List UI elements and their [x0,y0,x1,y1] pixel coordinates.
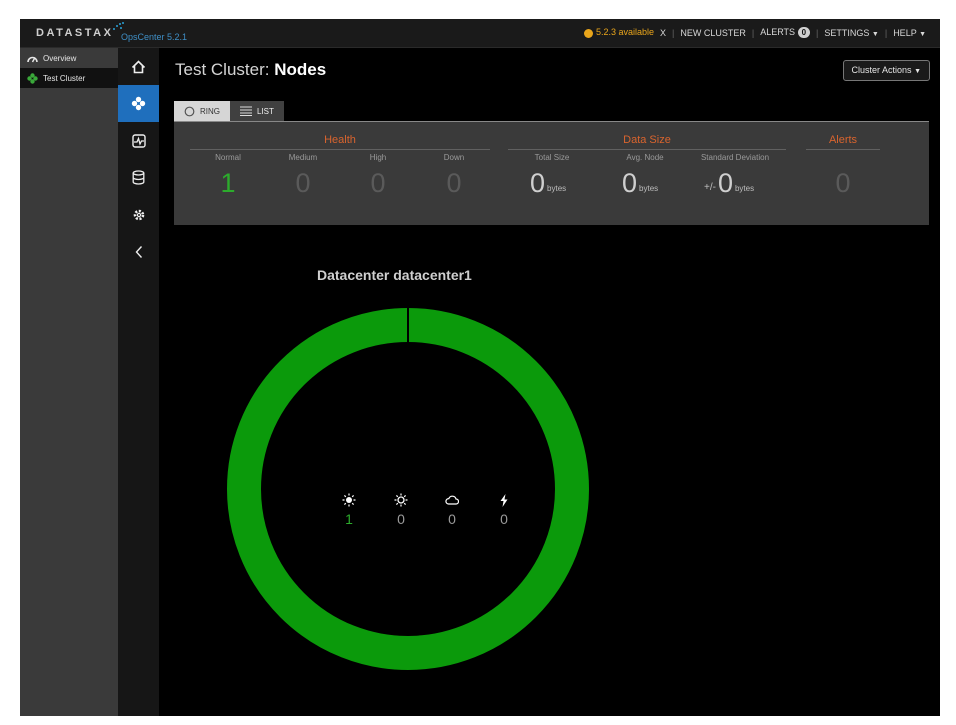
data-size-label-stddev: Standard Deviation [700,153,770,162]
new-cluster-link[interactable]: NEW CLUSTER [680,28,746,38]
cloud-icon [437,492,467,508]
sidebar-item-overview[interactable]: Overview [20,48,118,68]
avg-node-value: 0 bytes [622,168,659,198]
update-close-button[interactable]: X [660,28,666,38]
datacenter-ring[interactable] [225,306,591,672]
ring-segment[interactable] [227,308,589,670]
health-label-down: Down [443,153,465,162]
separator: | [751,27,755,38]
view-tabs: RING LIST [174,101,284,121]
nav-database[interactable] [118,159,159,196]
health-divider [190,149,490,150]
status-medium-value: 0 [397,511,405,527]
status-down: 0 [489,492,519,527]
data-size-title: Data Size [623,134,671,146]
icon-nav [118,48,159,716]
health-normal-value: 1 [220,168,236,198]
page-title: Test Cluster: Nodes [175,60,326,80]
nodes-icon [131,96,146,111]
status-high-value: 0 [448,511,456,527]
tab-ring-label: RING [200,106,220,116]
total-size-value: 0 bytes [530,168,567,198]
gauge-icon [27,56,38,62]
health-title: Health [324,134,356,146]
status-medium: 0 [386,492,416,527]
nav-settings[interactable] [118,196,159,233]
sidebar-item-test-cluster[interactable]: Test Cluster [20,68,118,88]
nav-activity[interactable] [118,122,159,159]
alerts-title: Alerts [828,134,858,146]
data-size-divider [508,149,786,150]
nav-collapse[interactable] [118,233,159,270]
health-label-normal: Normal [215,153,241,162]
sidebar-item-label: Overview [43,53,77,63]
chevron-down-icon: ▼ [871,30,879,38]
sidebar-item-label: Test Cluster [43,73,86,83]
cluster-actions-button[interactable]: Cluster Actions ▼ [842,60,930,81]
sun-icon [334,492,364,508]
alerts-divider [806,149,880,150]
home-icon [131,59,146,73]
health-medium-value: 0 [295,168,311,198]
data-size-label-total: Total Size [534,153,570,162]
list-icon [240,106,252,116]
status-down-value: 0 [500,511,508,527]
status-normal-value: 1 [345,511,353,527]
alerts-count-badge: 0 [797,27,811,38]
main-content: Test Cluster: Nodes Cluster Actions ▼ RI… [159,48,940,716]
stddev-value: +/- 0 bytes [704,168,755,198]
health-label-high: High [369,153,387,162]
separator: | [816,27,819,38]
separator: | [672,27,675,38]
activity-icon [131,133,146,148]
alerts-link[interactable]: ALERTS 0 [760,27,811,38]
health-label-medium: Medium [288,153,318,162]
lightning-icon [489,492,519,508]
top-nav: 5.2.3 available X | NEW CLUSTER | ALERTS… [583,27,926,38]
tab-ring[interactable]: RING [174,101,230,121]
status-high: 0 [437,492,467,527]
update-notice[interactable]: 5.2.3 available [583,27,654,38]
gear-icon [133,209,144,220]
health-down-value: 0 [446,168,462,198]
chevron-down-icon: ▼ [919,30,926,38]
nav-nodes[interactable] [118,85,159,122]
health-high-value: 0 [370,168,386,198]
status-normal: 1 [334,492,364,527]
chevron-left-icon [135,245,142,258]
cluster-sidebar: Overview Test Cluster [20,48,118,716]
version-label: OpsCenter 5.2.1 [121,32,188,42]
tab-list[interactable]: LIST [230,101,284,121]
stats-panel: Health Normal Medium High Down 1 0 0 0 D… [174,122,929,225]
tab-list-label: LIST [257,106,274,116]
update-icon [583,28,593,38]
cluster-icon [27,72,38,84]
top-bar: DATASTAX OpsCenter 5.2.1 5.2.3 available… [20,19,940,48]
alerts-value: 0 [835,168,851,198]
nav-home[interactable] [118,48,159,85]
datacenter-title: Datacenter datacenter1 [317,267,472,283]
database-icon [132,170,145,185]
title-prefix: Test Cluster: [175,60,270,79]
ring-icon [184,106,195,116]
datastax-logo[interactable]: DATASTAX [36,27,113,39]
separator: | [884,27,888,38]
partly-sunny-icon [386,492,416,508]
title-main: Nodes [274,60,327,79]
data-size-label-avg: Avg. Node [626,153,664,162]
chevron-down-icon: ▼ [914,68,921,75]
help-menu[interactable]: HELP ▼ [893,28,926,38]
logo-dots-icon [113,22,124,30]
app-window: DATASTAX OpsCenter 5.2.1 5.2.3 available… [20,19,940,716]
settings-menu[interactable]: SETTINGS ▼ [824,28,878,38]
